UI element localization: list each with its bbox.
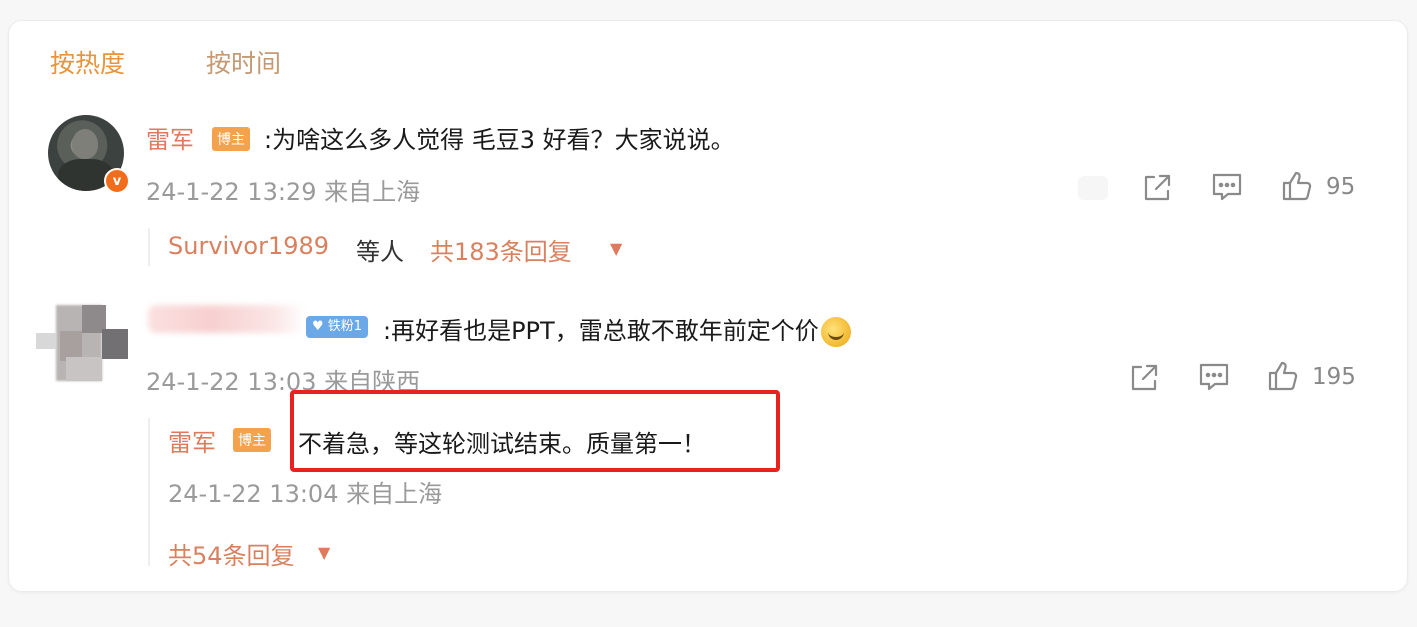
faded-icon [1078, 176, 1108, 200]
highlight-box [290, 390, 780, 472]
verified-badge-icon: v [104, 168, 130, 194]
blurred-username[interactable] [148, 305, 306, 333]
caret-down-icon[interactable]: ▼ [610, 239, 622, 258]
caret-down-icon[interactable]: ▼ [318, 543, 330, 562]
reply-preview-suffix: 等人 [356, 238, 404, 266]
comment2-text: :再好看也是PPT，雷总敢不敢年前定个价 [383, 311, 851, 347]
sort-by-hot-tab[interactable]: 按热度 [50, 44, 125, 80]
thumbs-up-icon[interactable] [1280, 169, 1314, 203]
fan-badge: ♥ 铁粉1 [306, 316, 369, 338]
reply-timestamp: 24-1-22 13:04 来自上海 [168, 480, 443, 508]
thread-line [148, 418, 150, 566]
avatar-blurred[interactable] [36, 305, 128, 381]
comment1-replies-count[interactable]: 共183条回复 [430, 232, 572, 267]
comment1-author-badge: 博主 [212, 127, 250, 151]
comment-icon[interactable] [1210, 170, 1244, 204]
comment1-timestamp: 24-1-22 13:29 来自上海 [146, 178, 421, 206]
heart-icon: ♥ [312, 319, 328, 334]
thumbs-up-icon[interactable] [1266, 359, 1300, 393]
share-icon[interactable] [1140, 171, 1174, 205]
comment1-text: :为啥这么多人觉得 毛豆3 好看？大家说说。 [264, 126, 735, 154]
comment-icon[interactable] [1197, 360, 1231, 394]
comment2-like-count: 195 [1312, 364, 1356, 390]
reply-username[interactable]: 雷军 [168, 423, 216, 458]
comment1-username[interactable]: 雷军 [146, 120, 194, 155]
share-icon[interactable] [1127, 361, 1161, 395]
sort-by-time-tab[interactable]: 按时间 [206, 44, 281, 80]
comment1-like-count: 95 [1326, 174, 1356, 200]
reply-preview-user[interactable]: Survivor1989 [168, 232, 329, 260]
laughing-emoji-icon [820, 317, 851, 347]
reply-author-badge: 博主 [233, 428, 271, 452]
thread-line [148, 228, 150, 266]
comment2-replies-count[interactable]: 共54条回复 [168, 536, 295, 571]
